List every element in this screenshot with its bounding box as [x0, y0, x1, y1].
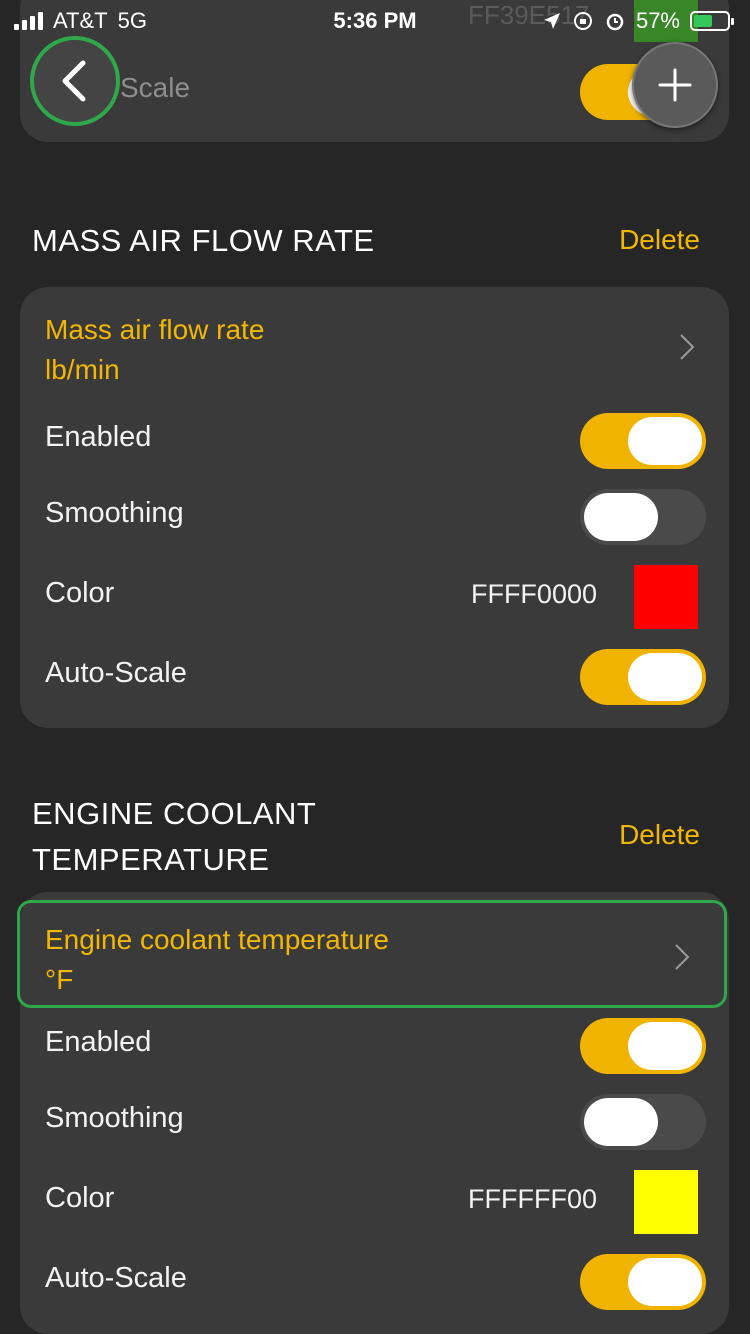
- battery-fill: [694, 15, 713, 27]
- autoscale-label: Auto-Scale: [45, 657, 187, 689]
- status-right: 57%: [542, 8, 734, 34]
- metric-unit: °F: [45, 964, 74, 995]
- enabled-toggle[interactable]: [580, 1018, 706, 1074]
- toggle-knob: [628, 417, 702, 465]
- enabled-row: Enabled: [20, 1012, 729, 1082]
- enabled-label: Enabled: [45, 1026, 152, 1058]
- autoscale-row: Auto-Scale: [20, 1248, 729, 1318]
- enabled-label: Enabled: [45, 421, 152, 453]
- toggle-knob: [584, 1098, 658, 1146]
- delete-button[interactable]: Delete: [619, 819, 700, 851]
- metric-name: Engine coolant temperature: [45, 924, 389, 955]
- metric-selector[interactable]: Engine coolant temperature °F: [17, 900, 727, 1008]
- orientation-lock-icon: [573, 12, 592, 30]
- color-swatch[interactable]: [634, 565, 698, 629]
- toggle-knob: [628, 1258, 702, 1306]
- alarm-icon: [606, 13, 624, 31]
- enabled-toggle[interactable]: [580, 413, 706, 469]
- autoscale-toggle[interactable]: [580, 1254, 706, 1310]
- gauge-card-mass-air-flow: Mass air flow rate lb/min Enabled Smooth…: [20, 287, 729, 728]
- smoothing-toggle[interactable]: [580, 489, 706, 545]
- smoothing-toggle[interactable]: [580, 1094, 706, 1150]
- back-button[interactable]: [30, 36, 120, 126]
- smoothing-row: Smoothing: [20, 1088, 729, 1158]
- color-label: Color: [45, 577, 115, 609]
- metric-unit: lb/min: [45, 354, 120, 385]
- status-bar: FF39E517 AT&T 5G 5:36 PM 57%: [0, 0, 750, 42]
- battery-percent: 57%: [635, 8, 680, 33]
- smoothing-row: Smoothing: [20, 483, 729, 553]
- autoscale-label: Scale: [120, 72, 191, 103]
- add-button[interactable]: [632, 42, 718, 128]
- chevron-right-icon: [675, 944, 690, 970]
- gauge-card-engine-coolant: Engine coolant temperature °F Enabled Sm…: [17, 892, 729, 1334]
- section-title-engine-coolant: ENGINE COOLANT TEMPERATURE: [32, 791, 316, 883]
- color-hex-value: FFFF0000: [470, 579, 597, 609]
- section-title-mass-air-flow: MASS AIR FLOW RATE: [32, 223, 375, 258]
- toggle-knob: [628, 1022, 702, 1070]
- color-row[interactable]: Color FFFF0000: [20, 563, 729, 633]
- chevron-left-icon: [62, 60, 86, 102]
- smoothing-label: Smoothing: [45, 1102, 184, 1134]
- color-label: Color: [45, 1182, 115, 1214]
- enabled-row: Enabled: [20, 407, 729, 477]
- color-row[interactable]: Color FFFFFF00: [20, 1168, 729, 1238]
- autoscale-toggle[interactable]: [580, 649, 706, 705]
- color-swatch[interactable]: [634, 1170, 698, 1234]
- chevron-right-icon: [680, 334, 695, 360]
- metric-name: Mass air flow rate: [45, 314, 265, 345]
- section-title-line1: ENGINE COOLANT: [32, 796, 317, 831]
- color-hex-value: FFFFFF00: [468, 1184, 597, 1214]
- location-icon: [543, 13, 560, 29]
- autoscale-row: Auto-Scale: [20, 643, 729, 713]
- smoothing-label: Smoothing: [45, 497, 184, 529]
- metric-selector[interactable]: Mass air flow rate lb/min: [20, 293, 729, 401]
- battery-icon: [690, 11, 734, 31]
- autoscale-label: Auto-Scale: [45, 1262, 187, 1294]
- section-title-line2: TEMPERATURE: [32, 842, 270, 877]
- delete-button[interactable]: Delete: [619, 224, 700, 256]
- toggle-knob: [584, 493, 658, 541]
- toggle-knob: [628, 653, 702, 701]
- plus-icon: [658, 68, 692, 102]
